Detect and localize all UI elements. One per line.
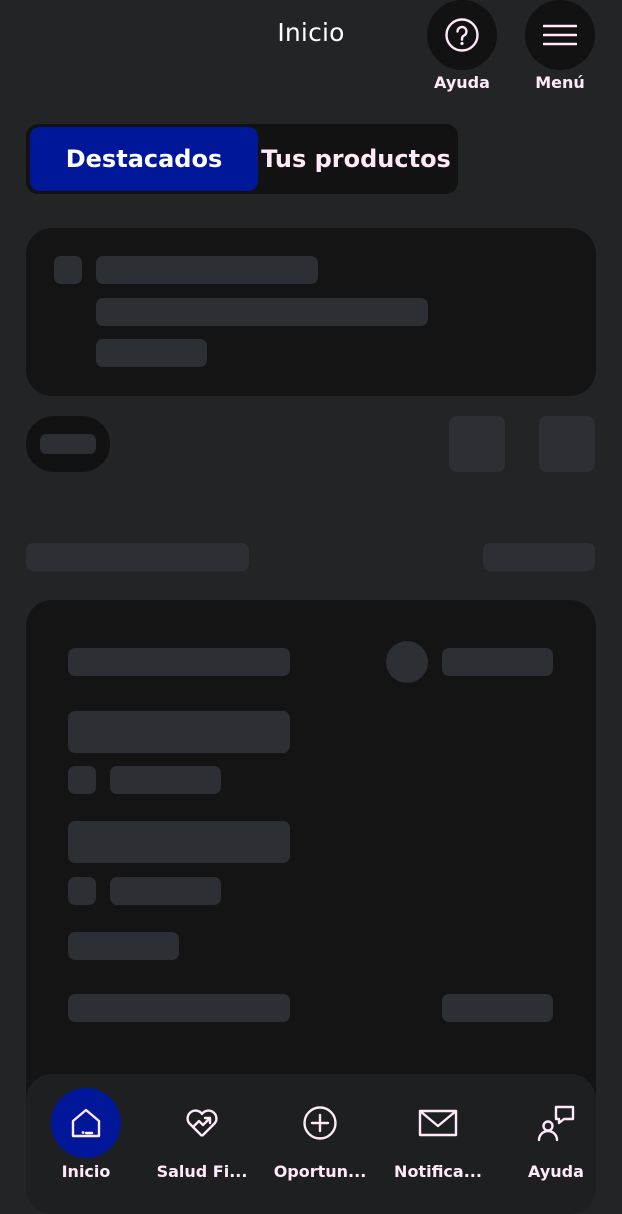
skeleton-block	[68, 711, 290, 753]
skeleton-icon	[68, 766, 96, 794]
home-icon	[71, 1108, 101, 1138]
nav-item-ayuda-circle[interactable]	[521, 1088, 591, 1158]
bottom-navigation: Inicio Salud Fi... Oportun... Notifica..…	[26, 1074, 596, 1214]
skeleton-line	[68, 932, 179, 960]
skeleton-line	[96, 298, 428, 326]
skeleton-line	[68, 648, 290, 676]
skeleton-line	[96, 339, 207, 367]
skeleton-pill	[26, 416, 110, 472]
nav-item-notificaciones-circle[interactable]	[403, 1088, 473, 1158]
nav-item-salud-circle[interactable]	[167, 1088, 237, 1158]
nav-item-label: Ayuda	[528, 1162, 584, 1181]
nav-item-label: Salud Fi...	[156, 1162, 248, 1181]
skeleton-icon	[54, 256, 82, 284]
question-circle-icon	[445, 18, 479, 52]
skeleton-block	[68, 821, 290, 863]
nav-item-notificaciones[interactable]: Notifica...	[383, 1088, 493, 1181]
nav-item-inicio[interactable]: Inicio	[31, 1088, 141, 1181]
help-button-label: Ayuda	[434, 73, 490, 92]
mail-icon	[418, 1109, 458, 1137]
skeleton-avatar	[386, 641, 428, 683]
support-chat-icon	[537, 1105, 575, 1142]
skeleton-line	[68, 994, 290, 1022]
nav-item-label: Inicio	[61, 1162, 111, 1181]
skeleton-card-summary	[26, 228, 596, 396]
menu-button-label: Menú	[535, 73, 585, 92]
help-button-circle[interactable]	[427, 0, 497, 70]
help-button[interactable]: Ayuda	[427, 0, 497, 92]
tab-destacados[interactable]: Destacados	[30, 127, 258, 191]
nav-item-ayuda[interactable]: Ayuda	[501, 1088, 611, 1181]
nav-item-label: Notifica...	[394, 1162, 482, 1181]
skeleton-square	[539, 416, 595, 472]
plus-circle-icon	[303, 1106, 337, 1140]
app-header: Inicio Ayuda Menú	[0, 0, 622, 100]
hamburger-menu-icon	[543, 24, 577, 46]
skeleton-square	[449, 416, 505, 472]
skeleton-section-link	[483, 543, 595, 571]
menu-button-circle[interactable]	[525, 0, 595, 70]
nav-item-oportunidades[interactable]: Oportun...	[265, 1088, 375, 1181]
nav-item-inicio-circle[interactable]	[51, 1088, 121, 1158]
heart-chart-icon	[186, 1109, 218, 1137]
skeleton-line	[110, 766, 221, 794]
skeleton-icon	[68, 877, 96, 905]
nav-item-label: Oportun...	[273, 1162, 367, 1181]
skeleton-line	[110, 877, 221, 905]
menu-button[interactable]: Menú	[525, 0, 595, 92]
nav-item-salud-financiera[interactable]: Salud Fi...	[147, 1088, 257, 1181]
skeleton-line	[442, 648, 553, 676]
skeleton-line	[442, 994, 553, 1022]
skeleton-line	[40, 434, 96, 454]
nav-item-oportunidades-circle[interactable]	[285, 1088, 355, 1158]
tab-tus-productos[interactable]: Tus productos	[258, 127, 454, 191]
segmented-control: Destacados Tus productos	[26, 124, 458, 194]
skeleton-line	[96, 256, 318, 284]
skeleton-section-title	[26, 543, 249, 571]
